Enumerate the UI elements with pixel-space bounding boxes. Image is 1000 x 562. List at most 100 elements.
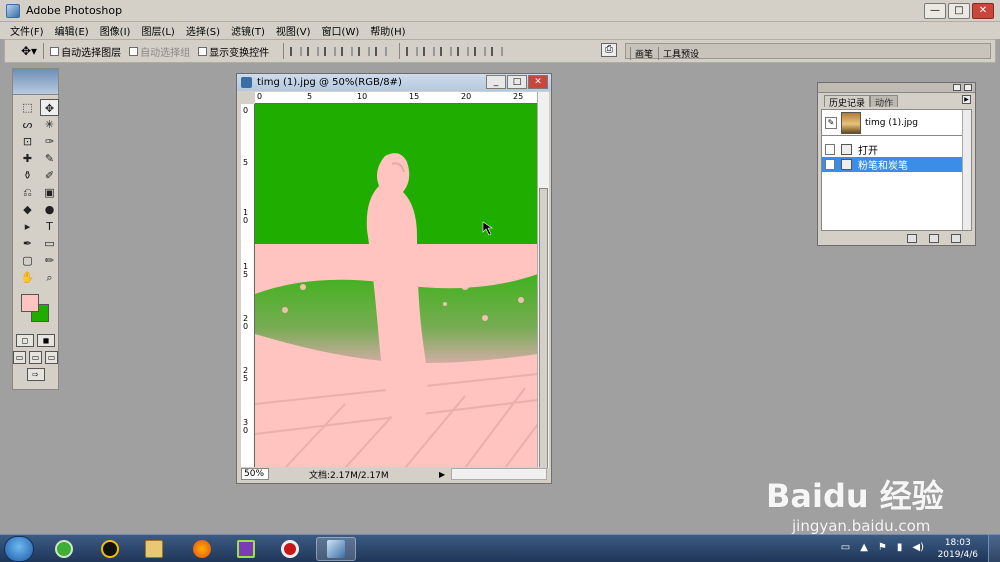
history-brush-tool-icon[interactable]: ✐ — [40, 167, 59, 184]
type-tool-icon[interactable]: T — [40, 218, 59, 235]
history-state-row-selected[interactable]: 粉笔和炭笔 — [822, 157, 971, 172]
dodge-tool-icon[interactable]: ● — [40, 201, 59, 218]
flag-icon[interactable]: ⚑ — [878, 542, 887, 553]
taskbar-clock[interactable]: 18:03 2019/4/6 — [938, 537, 978, 561]
keyboard-icon[interactable]: ▭ — [841, 542, 850, 553]
jump-to-imageready-icon[interactable]: ⇨ — [26, 368, 45, 381]
align-hcenter-icon[interactable] — [358, 46, 371, 56]
eraser-tool-icon[interactable]: ⎌ — [18, 184, 37, 201]
recorder-icon[interactable] — [270, 537, 310, 561]
path-selection-tool-icon[interactable]: ▸ — [18, 218, 37, 235]
vertical-scrollbar[interactable] — [537, 92, 549, 468]
checkbox-box[interactable] — [198, 46, 208, 56]
toolbox-header-logo[interactable] — [13, 69, 58, 95]
tab-history[interactable]: 历史记录 — [824, 95, 871, 109]
foreground-color-swatch[interactable] — [21, 294, 39, 312]
quick-mask-mode-icon[interactable]: ◼ — [37, 334, 55, 347]
palette-minimize-icon[interactable] — [953, 84, 961, 91]
align-top-icon[interactable] — [290, 46, 303, 56]
distribute-left-icon[interactable] — [457, 46, 470, 56]
menu-layer[interactable]: 图层(L) — [141, 23, 174, 38]
gradient-tool-icon[interactable]: ▣ — [40, 184, 59, 201]
standard-mode-icon[interactable]: ◻ — [16, 334, 34, 347]
delete-state-icon[interactable] — [951, 234, 961, 243]
checkbox-box[interactable] — [50, 46, 60, 56]
align-left-icon[interactable] — [341, 46, 354, 56]
palette-title-bar[interactable] — [818, 83, 975, 93]
network-icon[interactable]: ▮ — [897, 542, 903, 553]
menu-edit[interactable]: 编辑(E) — [55, 23, 89, 38]
marquee-tool-icon[interactable]: ⬚ — [18, 99, 37, 116]
move-tool-preset-icon[interactable]: ✥▾ — [21, 44, 37, 58]
align-right-icon[interactable] — [375, 46, 388, 56]
zoom-tool-icon[interactable]: ⌕ — [40, 269, 59, 286]
lasso-tool-icon[interactable]: ᔕ — [18, 116, 37, 133]
magic-wand-tool-icon[interactable]: ✳ — [40, 116, 59, 133]
image-canvas[interactable] — [255, 104, 538, 468]
menu-select[interactable]: 选择(S) — [186, 23, 220, 38]
distribute-vcenter-icon[interactable] — [423, 46, 436, 56]
shape-tool-icon[interactable]: ▭ — [40, 235, 59, 252]
taskbar-app-green-icon[interactable] — [44, 537, 84, 561]
distribute-hcenter-icon[interactable] — [474, 46, 487, 56]
media-app-icon[interactable] — [226, 537, 266, 561]
start-button-icon[interactable] — [4, 536, 34, 562]
history-brush-source-box[interactable] — [825, 144, 835, 155]
blur-tool-icon[interactable]: ◆ — [18, 201, 37, 218]
doc-minimize-button[interactable]: _ — [486, 75, 506, 89]
full-screen-mode-icon[interactable]: ▭ — [45, 351, 58, 364]
new-snapshot-icon[interactable] — [929, 234, 939, 243]
tray-arrow-icon[interactable]: ▲ — [860, 542, 868, 553]
close-button[interactable]: ✕ — [972, 3, 994, 19]
checkbox-box[interactable] — [129, 46, 139, 56]
palette-well-tab-brushes[interactable]: 画笔 — [630, 47, 657, 60]
horizontal-scrollbar[interactable] — [451, 468, 547, 480]
restore-button[interactable]: □ — [948, 3, 970, 19]
show-desktop-button[interactable] — [988, 535, 1000, 562]
standard-screen-mode-icon[interactable]: ▭ — [13, 351, 26, 364]
vertical-scroll-thumb[interactable] — [539, 188, 548, 468]
history-state-row[interactable]: 打开 — [822, 142, 971, 157]
move-tool-icon[interactable]: ✥ — [40, 99, 59, 116]
clone-stamp-tool-icon[interactable]: ⚱ — [18, 167, 37, 184]
qq-icon[interactable] — [90, 537, 130, 561]
brush-tool-icon[interactable]: ✎ — [40, 150, 59, 167]
volume-icon[interactable]: ◀) — [912, 542, 924, 553]
distribute-right-icon[interactable] — [491, 46, 504, 56]
menu-file[interactable]: 文件(F) — [10, 23, 44, 38]
align-bottom-icon[interactable] — [324, 46, 337, 56]
zoom-level-field[interactable]: 50% — [241, 468, 269, 480]
distribute-bottom-icon[interactable] — [440, 46, 453, 56]
healing-brush-tool-icon[interactable]: ✚ — [18, 150, 37, 167]
file-explorer-icon[interactable] — [134, 537, 174, 561]
slice-tool-icon[interactable]: ✑ — [40, 133, 59, 150]
distribute-top-icon[interactable] — [406, 46, 419, 56]
new-document-from-state-icon[interactable] — [907, 234, 917, 243]
show-transform-checkbox[interactable]: 显示变换控件 — [198, 44, 269, 59]
minimize-button[interactable]: — — [924, 3, 946, 19]
snapshot-source-icon[interactable]: ✎ — [825, 116, 837, 129]
menu-image[interactable]: 图像(I) — [100, 23, 131, 38]
palette-well-tab-tool-presets[interactable]: 工具预设 — [658, 47, 703, 60]
tab-actions[interactable]: 动作 — [870, 95, 899, 109]
history-brush-source-box[interactable] — [825, 159, 835, 170]
history-snapshot[interactable]: ✎ timg (1).jpg — [822, 110, 971, 136]
auto-select-group-checkbox[interactable]: 自动选择组 — [129, 44, 190, 59]
palette-menu-arrow-icon[interactable]: ▶ — [962, 95, 971, 104]
auto-select-layer-checkbox[interactable]: 自动选择图层 — [50, 44, 121, 59]
eyedropper-tool-icon[interactable]: ✏ — [40, 252, 59, 269]
hand-tool-icon[interactable]: ✋ — [18, 269, 37, 286]
status-menu-arrow-icon[interactable]: ▶ — [439, 470, 447, 479]
full-screen-menu-mode-icon[interactable]: ▭ — [29, 351, 42, 364]
history-scrollbar[interactable] — [962, 110, 971, 230]
menu-filter[interactable]: 滤镜(T) — [231, 23, 265, 38]
firefox-icon[interactable] — [182, 537, 222, 561]
menu-view[interactable]: 视图(V) — [276, 23, 311, 38]
doc-close-button[interactable]: ✕ — [528, 75, 548, 89]
photoshop-taskbar-icon[interactable] — [316, 537, 356, 561]
notes-tool-icon[interactable]: ▢ — [18, 252, 37, 269]
file-browser-icon[interactable]: ⎙ — [601, 43, 617, 57]
menu-help[interactable]: 帮助(H) — [370, 23, 405, 38]
palette-close-icon[interactable] — [964, 84, 972, 91]
crop-tool-icon[interactable]: ⊡ — [18, 133, 37, 150]
